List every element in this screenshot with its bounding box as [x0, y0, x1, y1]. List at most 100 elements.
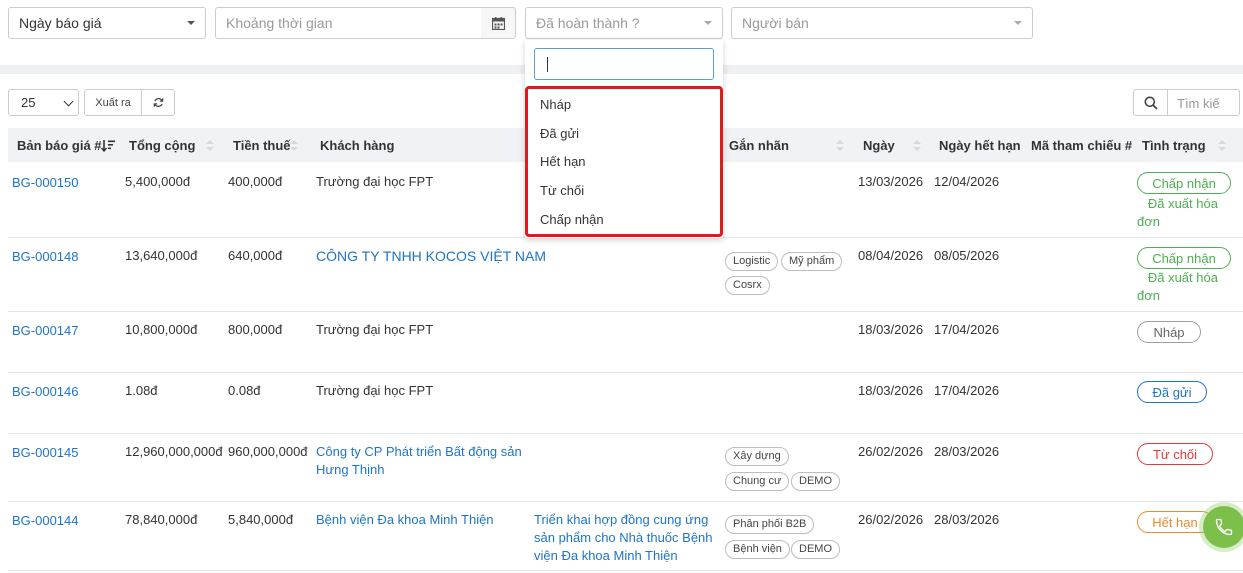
quote-id-link[interactable]: BG-000144 — [12, 513, 79, 528]
tag-badge: DEMO — [791, 472, 840, 491]
quote-id-link[interactable]: BG-000147 — [12, 323, 79, 338]
tax-cell: 5,840,000đ — [228, 512, 294, 527]
quote-id-link[interactable]: BG-000148 — [12, 249, 79, 264]
expiry-cell: 17/04/2026 — [934, 322, 1000, 337]
tax-cell: 960,000,000đ — [228, 444, 308, 459]
tag-badge: DEMO — [791, 540, 840, 559]
sort-icon[interactable] — [1218, 140, 1226, 152]
text-cursor — [547, 57, 548, 72]
status-badge: Hết hạn — [1137, 511, 1213, 533]
seller-placeholder: Người bán — [742, 15, 809, 31]
chevron-down-icon — [187, 21, 195, 25]
column-header-tax[interactable]: Tiền thuế — [233, 138, 291, 153]
table-search-input[interactable]: Tìm kiế — [1167, 89, 1240, 116]
date-type-select[interactable]: Ngày báo giá — [8, 7, 206, 39]
status-badge: Nháp — [1137, 321, 1201, 343]
column-header-date[interactable]: Ngày — [863, 138, 895, 153]
project-link[interactable]: Triển khai hợp đồng cung ứng sản phẩm ch… — [534, 511, 720, 565]
expiry-cell: 28/03/2026 — [934, 512, 1000, 527]
sort-icon[interactable] — [836, 140, 844, 152]
quote-id-link[interactable]: BG-000145 — [12, 445, 79, 460]
sort-icon[interactable] — [290, 140, 298, 152]
tag-badge: Logistic — [725, 252, 779, 271]
row-divider — [8, 433, 1243, 434]
column-header-total[interactable]: Tổng cộng — [129, 138, 195, 153]
customer-cell: Trường đại học FPT — [316, 174, 434, 189]
tag-badge: Bệnh viện — [725, 540, 790, 559]
expiry-cell: 12/04/2026 — [934, 174, 1000, 189]
row-divider — [8, 311, 1243, 312]
call-button[interactable] — [1203, 506, 1243, 548]
time-range-placeholder: Khoảng thời gian — [226, 15, 333, 31]
search-button[interactable] — [1133, 89, 1168, 116]
total-cell: 13,640,000đ — [125, 248, 198, 263]
phone-icon — [1215, 518, 1233, 536]
chevron-down-icon — [704, 21, 712, 25]
total-cell: 5,400,000đ — [125, 174, 191, 189]
total-cell: 10,800,000đ — [125, 322, 198, 337]
sort-icon[interactable] — [913, 140, 921, 152]
column-header-reference[interactable]: Mã tham chiếu # — [1031, 138, 1132, 153]
column-header-tags[interactable]: Gắn nhãn — [729, 138, 789, 153]
customer-link[interactable]: Công ty CP Phát triển Bất động sản Hưng … — [316, 443, 526, 479]
page-size-select[interactable]: 25 — [8, 89, 79, 116]
invoice-note-text: Đã xuất hóa đơn — [1137, 196, 1218, 229]
status-badge: Chấp nhận — [1137, 247, 1231, 269]
calendar-icon — [491, 16, 505, 30]
invoice-note: Đã xuất hóa đơn — [1137, 195, 1237, 231]
row-divider — [8, 570, 1243, 571]
customer-cell: Trường đại học FPT — [316, 322, 434, 337]
date-cell: 18/03/2026 — [858, 322, 924, 337]
quote-id-link[interactable]: BG-000146 — [12, 384, 79, 399]
column-header-status[interactable]: Tình trạng — [1142, 138, 1206, 153]
tax-cell: 0.08đ — [228, 383, 261, 398]
total-cell: 12,960,000,000đ — [125, 444, 223, 459]
page-size-value: 25 — [21, 95, 36, 110]
export-button[interactable]: Xuất ra — [84, 89, 142, 116]
date-cell: 08/04/2026 — [858, 248, 924, 263]
date-cell: 26/02/2026 — [858, 512, 924, 527]
customer-cell: Trường đại học FPT — [316, 383, 434, 398]
date-cell: 26/02/2026 — [858, 444, 924, 459]
chevron-down-icon — [1014, 21, 1022, 25]
sort-desc-icon[interactable] — [101, 139, 115, 152]
expiry-cell: 28/03/2026 — [934, 444, 1000, 459]
options-highlight-box — [525, 86, 723, 237]
quote-id-link[interactable]: BG-000150 — [12, 175, 79, 190]
seller-select[interactable]: Người bán — [731, 7, 1033, 39]
calendar-button[interactable] — [481, 7, 516, 39]
column-header-id[interactable]: Bản báo giá # — [17, 138, 102, 153]
invoice-note-text: Đã xuất hóa đơn — [1137, 270, 1218, 303]
tag-badge: Xây dựng — [725, 447, 789, 466]
column-header-expiry[interactable]: Ngày hết hạn — [939, 138, 1021, 153]
tag-badge: Phân phối B2B — [725, 515, 815, 534]
sort-icon[interactable] — [206, 140, 214, 152]
status-dropdown-search[interactable] — [534, 48, 714, 80]
time-range-input[interactable]: Khoảng thời gian — [215, 7, 482, 39]
search-icon — [1144, 96, 1158, 110]
expiry-cell: 17/04/2026 — [934, 383, 1000, 398]
status-placeholder: Đã hoàn thành ? — [536, 15, 640, 31]
tax-cell: 640,000đ — [228, 248, 283, 263]
status-badge: Chấp nhận — [1137, 172, 1231, 194]
chevron-down-icon — [63, 96, 74, 107]
tax-cell: 400,000đ — [228, 174, 283, 189]
refresh-button[interactable] — [141, 89, 175, 116]
date-type-value: Ngày báo giá — [19, 15, 102, 31]
row-divider — [8, 501, 1243, 502]
invoice-note: Đã xuất hóa đơn — [1137, 269, 1237, 305]
tax-cell: 800,000đ — [228, 322, 283, 337]
row-divider — [8, 372, 1243, 373]
customer-link[interactable]: Bệnh viện Đa khoa Minh Thiện — [316, 512, 494, 527]
date-cell: 13/03/2026 — [858, 174, 924, 189]
total-cell: 78,840,000đ — [125, 512, 198, 527]
tag-badge: Cosrx — [725, 276, 770, 295]
tag-badge: Mỹ phẩm — [781, 252, 843, 271]
status-select[interactable]: Đã hoàn thành ? — [525, 7, 723, 39]
total-cell: 1.08đ — [125, 383, 158, 398]
column-header-customer[interactable]: Khách hàng — [320, 138, 394, 153]
status-badge: Đã gửi — [1137, 381, 1207, 403]
expiry-cell: 08/05/2026 — [934, 248, 1000, 263]
customer-link[interactable]: CÔNG TY TNHH KOCOS VIỆT NAM — [316, 248, 546, 264]
status-badge: Từ chối — [1137, 443, 1213, 465]
